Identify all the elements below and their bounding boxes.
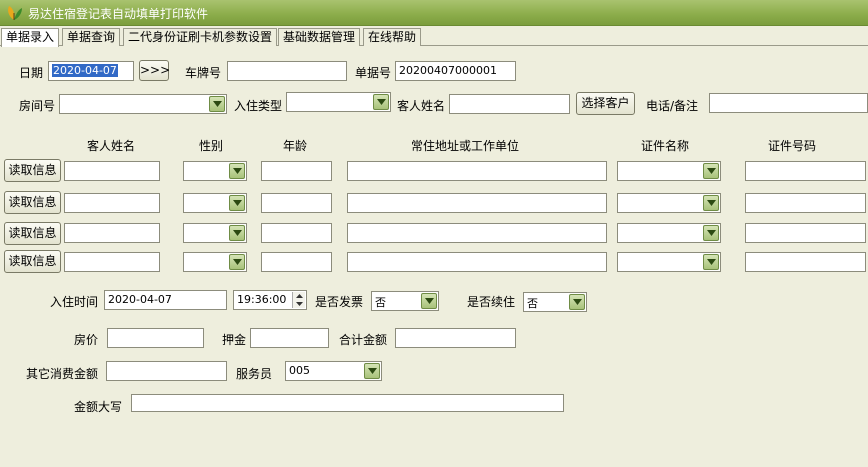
guest-name-cell[interactable] xyxy=(64,252,160,272)
room-select[interactable] xyxy=(59,94,227,114)
date-field[interactable]: 2020-04-07 xyxy=(48,61,134,81)
chevron-down-icon[interactable] xyxy=(703,195,719,211)
checkin-date-field[interactable]: 2020-04-07 xyxy=(104,290,227,310)
total-field[interactable] xyxy=(395,328,516,348)
gender-select[interactable] xyxy=(183,223,247,243)
other-fee-label: 其它消费金额 xyxy=(26,367,99,381)
tab-entry[interactable]: 单据录入 xyxy=(1,28,60,47)
col-guest-name: 客人姓名 xyxy=(87,139,136,153)
col-gender: 性别 xyxy=(199,139,224,153)
phone-field[interactable] xyxy=(709,93,868,113)
doc-no-label: 单据号 xyxy=(355,66,392,80)
tab-idcard-settings[interactable]: 二代身份证刷卡机参数设置 xyxy=(123,28,278,46)
date-picker-button[interactable]: >>> xyxy=(139,60,170,81)
room-label: 房间号 xyxy=(19,99,56,113)
phone-label: 电话/备注 xyxy=(646,99,699,113)
age-cell[interactable] xyxy=(261,161,332,181)
col-id-type: 证件名称 xyxy=(641,139,690,153)
tab-strip: 单据录入 单据查询 二代身份证刷卡机参数设置 基础数据管理 在线帮助 xyxy=(0,28,868,47)
address-cell[interactable] xyxy=(347,161,607,181)
continue-stay-label: 是否续住 xyxy=(467,295,516,309)
other-fee-field[interactable] xyxy=(106,361,227,381)
tab-help[interactable]: 在线帮助 xyxy=(363,28,422,46)
staff-value: 005 xyxy=(289,364,310,377)
col-address: 常住地址或工作单位 xyxy=(411,139,520,153)
leaf-app-icon xyxy=(4,3,24,23)
plate-field[interactable] xyxy=(227,61,347,81)
staff-label: 服务员 xyxy=(236,367,273,381)
id-type-select[interactable] xyxy=(617,193,721,213)
chevron-down-icon[interactable] xyxy=(229,163,245,179)
chevron-down-icon[interactable] xyxy=(569,294,585,310)
col-age: 年龄 xyxy=(283,139,308,153)
id-type-select[interactable] xyxy=(617,223,721,243)
id-type-select[interactable] xyxy=(617,252,721,272)
amount-uppercase-label: 金额大写 xyxy=(74,400,123,414)
chevron-down-icon[interactable] xyxy=(421,293,437,309)
age-cell[interactable] xyxy=(261,223,332,243)
id-no-cell[interactable] xyxy=(745,252,866,272)
chevron-down-icon[interactable] xyxy=(364,363,380,379)
guest-name-cell[interactable] xyxy=(64,223,160,243)
chevron-down-icon[interactable] xyxy=(373,94,389,110)
checkin-time-field[interactable]: 19:36:00 xyxy=(233,290,307,310)
chevron-down-icon[interactable] xyxy=(209,96,225,112)
id-type-select[interactable] xyxy=(617,161,721,181)
plate-label: 车牌号 xyxy=(185,66,222,80)
checkin-time-value: 19:36:00 xyxy=(237,293,287,306)
chevron-down-icon[interactable] xyxy=(703,163,719,179)
continue-stay-value: 否 xyxy=(527,297,538,310)
chevron-down-icon[interactable] xyxy=(229,225,245,241)
window-title: 易达住宿登记表自动填单打印软件 xyxy=(28,7,209,21)
col-id-no: 证件号码 xyxy=(768,139,817,153)
deposit-field[interactable] xyxy=(250,328,329,348)
gender-select[interactable] xyxy=(183,252,247,272)
checkin-type-label: 入住类型 xyxy=(234,99,283,113)
staff-select[interactable]: 005 xyxy=(285,361,382,381)
guest-name-label: 客人姓名 xyxy=(397,99,446,113)
address-cell[interactable] xyxy=(347,193,607,213)
gender-select[interactable] xyxy=(183,193,247,213)
date-value: 2020-04-07 xyxy=(52,64,118,77)
price-field[interactable] xyxy=(107,328,204,348)
chevron-down-icon[interactable] xyxy=(229,195,245,211)
gender-select[interactable] xyxy=(183,161,247,181)
invoice-select[interactable]: 否 xyxy=(371,291,439,311)
id-no-cell[interactable] xyxy=(745,193,866,213)
id-no-cell[interactable] xyxy=(745,223,866,243)
read-id-button[interactable]: 读取信息 xyxy=(4,191,61,214)
age-cell[interactable] xyxy=(261,252,332,272)
checkin-time-label: 入住时间 xyxy=(50,295,99,309)
address-cell[interactable] xyxy=(347,223,607,243)
amount-uppercase-field[interactable] xyxy=(131,394,564,412)
doc-no-field[interactable]: 20200407000001 xyxy=(395,61,516,81)
read-id-button[interactable]: 读取信息 xyxy=(4,250,61,273)
guest-name-field[interactable] xyxy=(449,94,570,114)
read-id-button[interactable]: 读取信息 xyxy=(4,159,61,182)
chevron-down-icon[interactable] xyxy=(229,254,245,270)
chevron-down-icon[interactable] xyxy=(703,254,719,270)
invoice-value: 否 xyxy=(375,296,386,309)
address-cell[interactable] xyxy=(347,252,607,272)
date-label: 日期 xyxy=(19,66,44,80)
chevron-down-icon[interactable] xyxy=(703,225,719,241)
id-no-cell[interactable] xyxy=(745,161,866,181)
deposit-label: 押金 xyxy=(222,333,247,347)
checkin-type-select[interactable] xyxy=(286,92,391,112)
guest-name-cell[interactable] xyxy=(64,193,160,213)
select-guest-button[interactable]: 选择客户 xyxy=(576,92,635,115)
total-label: 合计金额 xyxy=(339,333,388,347)
tab-base-data[interactable]: 基础数据管理 xyxy=(278,28,361,46)
guest-name-cell[interactable] xyxy=(64,161,160,181)
price-label: 房价 xyxy=(74,333,99,347)
invoice-label: 是否发票 xyxy=(315,295,364,309)
read-id-button[interactable]: 读取信息 xyxy=(4,222,61,245)
spin-arrows-icon[interactable] xyxy=(292,292,305,308)
age-cell[interactable] xyxy=(261,193,332,213)
tab-query[interactable]: 单据查询 xyxy=(62,28,121,46)
continue-stay-select[interactable]: 否 xyxy=(523,292,587,312)
